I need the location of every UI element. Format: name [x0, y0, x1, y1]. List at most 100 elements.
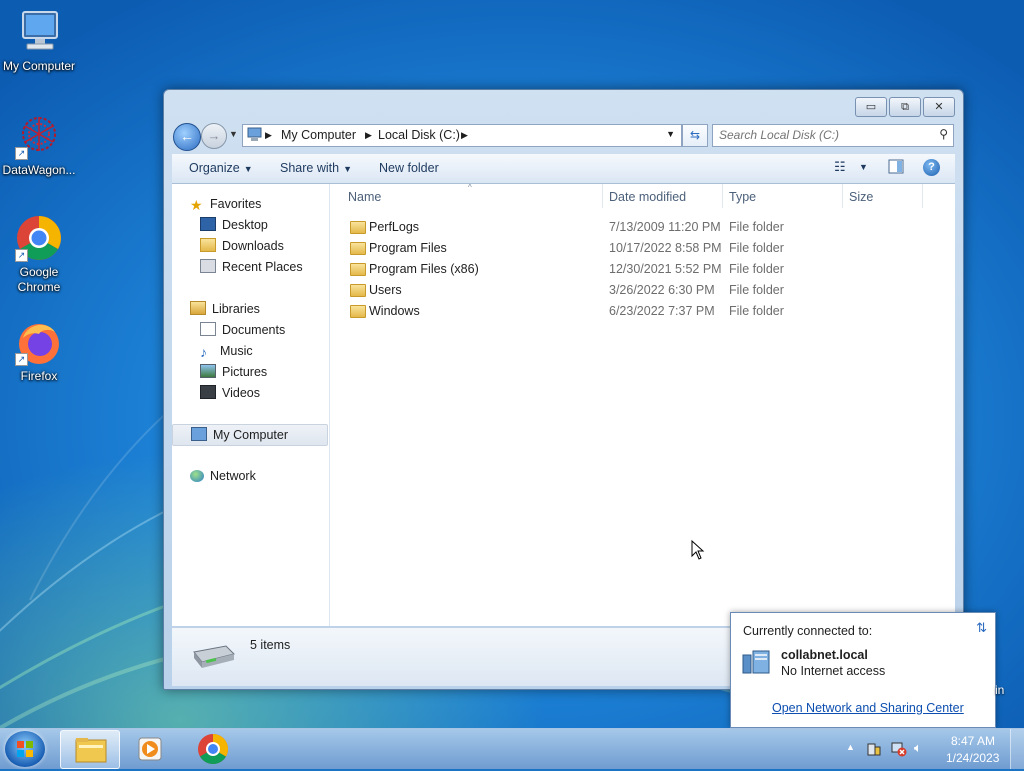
- organize-label: Organize: [189, 161, 240, 175]
- pictures-icon: [200, 364, 216, 378]
- change-view-icon[interactable]: ☷: [834, 159, 846, 175]
- view-options-dropdown-icon[interactable]: ▼: [859, 162, 868, 172]
- new-folder-button[interactable]: New folder: [379, 161, 439, 175]
- close-button[interactable]: ✕: [923, 97, 955, 117]
- clock-time[interactable]: 8:47 AM: [951, 734, 995, 748]
- file-name: Windows: [369, 304, 420, 318]
- show-desktop-button[interactable]: [1010, 729, 1024, 769]
- libraries-icon: [190, 301, 206, 315]
- nav-label: Videos: [222, 386, 260, 400]
- volume-icon[interactable]: 🔈︎: [914, 740, 922, 756]
- back-button[interactable]: ←: [173, 123, 201, 151]
- nav-libraries[interactable]: Libraries: [190, 299, 346, 319]
- nav-label: Recent Places: [222, 260, 303, 274]
- action-center-icon[interactable]: [866, 741, 882, 760]
- desktop-icon-datawagon[interactable]: ↗ DataWagon...: [0, 112, 79, 178]
- maximize-button[interactable]: ⧉: [889, 97, 921, 117]
- column-divider[interactable]: [922, 184, 923, 208]
- search-icon[interactable]: ⚲: [939, 127, 948, 141]
- mouse-cursor-icon: [691, 539, 705, 563]
- open-network-sharing-center-link[interactable]: Open Network and Sharing Center: [772, 701, 964, 715]
- folder-icon: [350, 242, 366, 255]
- share-with-label: Share with: [280, 161, 340, 175]
- desktop-icon-label: Firefox: [20, 369, 58, 383]
- file-type: File folder: [729, 241, 784, 255]
- desktop-icon-label: DataWagon...: [2, 163, 76, 177]
- nav-favorites[interactable]: ★ Favorites: [190, 194, 346, 214]
- taskbar-chrome-button[interactable]: [184, 730, 242, 767]
- my-computer-icon: [15, 8, 63, 56]
- nav-label: Favorites: [210, 197, 262, 211]
- file-date: 3/26/2022 6:30 PM: [609, 283, 715, 297]
- search-box: ⚲: [712, 124, 954, 147]
- column-divider[interactable]: [602, 184, 603, 208]
- file-name: Users: [369, 283, 402, 297]
- computer-small-icon: [247, 127, 262, 141]
- desktop-icon: [200, 217, 216, 231]
- file-row[interactable]: Program Files (x86) 12/30/2021 5:52 PM F…: [344, 260, 944, 280]
- desktop-icon-my-computer[interactable]: My Computer: [0, 8, 79, 74]
- minimize-button[interactable]: ▭: [855, 97, 887, 117]
- datawagon-icon: ↗: [15, 112, 63, 160]
- file-list: Name ^ Date modified Type Size PerfLogs …: [330, 183, 955, 626]
- preview-pane-icon[interactable]: [888, 159, 904, 178]
- partially-hidden-text: in: [995, 683, 1005, 697]
- help-icon[interactable]: ?: [923, 159, 940, 176]
- desktop-icon-google-chrome[interactable]: ↗ Google Chrome: [0, 214, 79, 295]
- address-bar[interactable]: ▶ My Computer ▶ Local Disk (C:) ▶ ▼: [242, 124, 682, 147]
- column-header-name[interactable]: Name: [348, 190, 381, 208]
- nav-my-computer[interactable]: My Computer: [172, 424, 328, 446]
- item-count: 5 items: [250, 638, 291, 652]
- search-input[interactable]: [713, 125, 929, 144]
- column-divider[interactable]: [842, 184, 843, 208]
- clock-date[interactable]: 1/24/2023: [946, 751, 999, 765]
- breadcrumb-separator-icon[interactable]: ▶: [265, 130, 272, 141]
- caption-buttons: ▭ ⧉ ✕: [853, 97, 955, 117]
- documents-icon: [200, 322, 216, 336]
- breadcrumb-local-disk[interactable]: Local Disk (C:): [378, 128, 460, 142]
- file-name: PerfLogs: [369, 220, 420, 234]
- forward-button[interactable]: →: [201, 123, 227, 149]
- recent-pages-dropdown[interactable]: ▼: [229, 129, 238, 139]
- explorer-folder-icon: [75, 738, 107, 763]
- network-connection-icon: [741, 649, 773, 680]
- file-date: 10/17/2022 8:58 PM: [609, 241, 722, 255]
- file-row[interactable]: PerfLogs 7/13/2009 11:20 PM File folder: [344, 218, 944, 238]
- star-icon: ★: [190, 197, 203, 213]
- file-type: File folder: [729, 283, 784, 297]
- nav-label: Desktop: [222, 218, 268, 232]
- file-row[interactable]: Program Files 10/17/2022 8:58 PM File fo…: [344, 239, 944, 259]
- chevron-down-icon: ▼: [243, 164, 253, 174]
- nav-label: Documents: [222, 323, 286, 337]
- file-type: File folder: [729, 220, 784, 234]
- breadcrumb-separator-icon[interactable]: ▶: [461, 130, 468, 141]
- column-header-size[interactable]: Size: [849, 190, 873, 208]
- share-with-button[interactable]: Share with ▼: [280, 161, 352, 175]
- refresh-button[interactable]: ⇆: [682, 124, 708, 147]
- column-divider[interactable]: [722, 184, 723, 208]
- network-refresh-icon[interactable]: ⇅: [976, 620, 987, 636]
- file-row[interactable]: Windows 6/23/2022 7:37 PM File folder: [344, 302, 944, 322]
- drive-icon: [190, 640, 236, 673]
- nav-label: Music: [220, 344, 253, 358]
- organize-button[interactable]: Organize ▼: [189, 161, 253, 175]
- desktop-icon-firefox[interactable]: ↗ Firefox: [0, 318, 79, 384]
- show-hidden-icons-button[interactable]: ▲: [846, 742, 855, 752]
- folder-icon: [350, 305, 366, 318]
- start-button[interactable]: [5, 731, 45, 767]
- column-header-date-modified[interactable]: Date modified: [609, 190, 686, 208]
- network-status-icon[interactable]: [890, 741, 908, 760]
- column-header-type[interactable]: Type: [729, 190, 756, 208]
- breadcrumb-my-computer[interactable]: My Computer: [281, 128, 356, 142]
- music-note-icon: ♪: [200, 344, 207, 360]
- desktop-icon-label: My Computer: [2, 59, 76, 73]
- nav-network[interactable]: Network: [190, 466, 346, 486]
- taskbar-explorer-button[interactable]: [60, 730, 120, 769]
- taskbar-media-player-button[interactable]: [122, 730, 180, 767]
- address-dropdown-icon[interactable]: ▼: [666, 129, 675, 139]
- file-date: 7/13/2009 11:20 PM: [609, 220, 721, 234]
- breadcrumb-separator-icon[interactable]: ▶: [365, 130, 372, 141]
- file-name: Program Files (x86): [369, 262, 479, 276]
- file-row[interactable]: Users 3/26/2022 6:30 PM File folder: [344, 281, 944, 301]
- nav-label: Pictures: [222, 365, 268, 379]
